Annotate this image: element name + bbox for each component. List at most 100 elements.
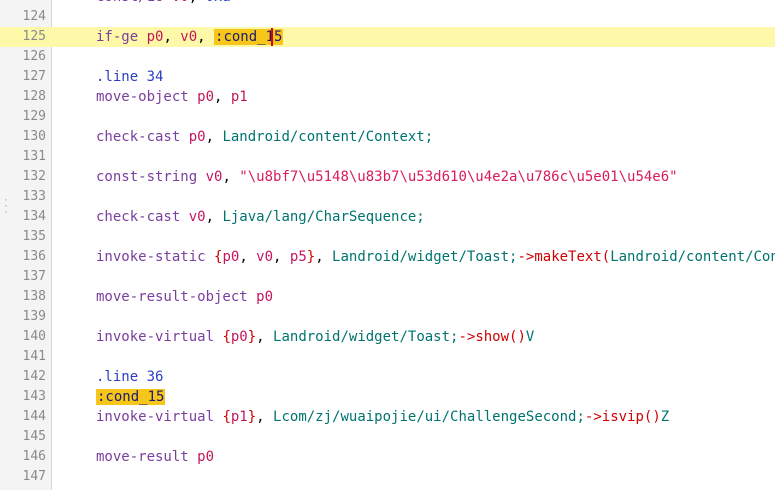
code-text[interactable]: if-ge p0, v0, :cond_15 — [96, 27, 284, 47]
code-text[interactable]: const/16 v0, 0xa — [96, 0, 231, 7]
code-text[interactable]: :cond_15 — [96, 387, 166, 407]
code-line[interactable]: 127 .line 34 — [0, 67, 775, 87]
code-text[interactable]: check-cast p0, Landroid/content/Context; — [96, 127, 433, 147]
type-descriptor: Landroid/content/Context; — [610, 249, 775, 265]
text-cursor — [271, 28, 274, 46]
register: v0 — [180, 29, 198, 45]
code-line[interactable]: 140 invoke-virtual {p0}, Landroid/widget/… — [0, 327, 775, 347]
punctuation: , — [189, 0, 206, 5]
code-text[interactable]: invoke-static {p0, v0, p5}, Landroid/wid… — [96, 247, 775, 267]
method-ref: ->isvip() — [584, 409, 661, 425]
branch-label[interactable]: :cond_15 — [214, 28, 284, 46]
code-line[interactable]: 123 const/16 v0, 0xa — [0, 0, 775, 7]
line-number: 133 — [22, 189, 46, 204]
line-number: 141 — [22, 349, 46, 364]
branch-label[interactable]: :cond_15 — [96, 389, 166, 405]
code-text[interactable]: .line 36 — [96, 367, 163, 387]
opcode: if-ge — [96, 29, 147, 45]
line-number: 123 — [0, 0, 46, 7]
code-text[interactable]: invoke-virtual {p1}, Lcom/zj/wuaipojie/u… — [96, 407, 669, 427]
punctuation: , — [222, 169, 240, 185]
opcode: move-result-object — [96, 289, 257, 305]
line-number: 135 — [22, 229, 46, 244]
code-line[interactable]: 142 .line 36 — [0, 367, 775, 387]
number-literal: 36 — [146, 369, 164, 385]
directive: .line — [96, 369, 147, 385]
code-line[interactable]: 143 :cond_15 — [0, 387, 775, 407]
code-line[interactable]: 126 — [0, 47, 775, 67]
brace: { — [222, 409, 231, 425]
type-descriptor: V — [525, 329, 535, 345]
code-line[interactable]: 133 — [0, 187, 775, 207]
code-line[interactable]: 128 move-object p0, p1 — [0, 87, 775, 107]
code-line[interactable]: 131 — [0, 147, 775, 167]
line-number: 127 — [22, 69, 46, 84]
line-number: 139 — [22, 309, 46, 324]
code-text[interactable]: move-object p0, p1 — [96, 87, 248, 107]
punctuation: , — [273, 249, 290, 265]
code-text[interactable]: check-cast v0, Ljava/lang/CharSequence; — [96, 207, 425, 227]
line-number: 129 — [22, 109, 46, 124]
type-descriptor: Landroid/content/Context; — [222, 129, 434, 145]
code-line-current[interactable]: 125 if-ge p0, v0, :cond_15 — [0, 27, 775, 47]
opcode: invoke-virtual — [96, 409, 223, 425]
brace: } — [247, 409, 257, 425]
line-number: 125 — [22, 29, 46, 44]
register: v0 — [188, 209, 206, 225]
punctuation: , — [163, 29, 181, 45]
punctuation: , — [256, 409, 274, 425]
code-line[interactable]: 141 — [0, 347, 775, 367]
punctuation: , — [197, 29, 215, 45]
method-ref: ->show() — [458, 329, 526, 345]
register: p0 — [146, 29, 164, 45]
code-text[interactable]: const-string v0, "\u8bf7\u5148\u83b7\u53… — [96, 167, 678, 187]
punctuation: , — [256, 329, 274, 345]
code-line[interactable]: 132 const-string v0, "\u8bf7\u5148\u83b7\… — [0, 167, 775, 187]
opcode: move-object — [96, 89, 198, 105]
opcode: const/16 — [96, 0, 172, 5]
code-line[interactable]: 139 — [0, 307, 775, 327]
code-line[interactable]: 146 move-result p0 — [0, 447, 775, 467]
line-number: 136 — [22, 249, 46, 264]
line-number: 143 — [22, 389, 46, 404]
opcode: invoke-virtual — [96, 329, 223, 345]
code-line[interactable]: 129 — [0, 107, 775, 127]
punctuation: , — [239, 249, 257, 265]
code-line[interactable]: 134 check-cast v0, Ljava/lang/CharSequenc… — [0, 207, 775, 227]
brace: } — [306, 249, 316, 265]
register: p0 — [256, 289, 274, 305]
code-line[interactable]: 144 invoke-virtual {p1}, Lcom/zj/wuaipoji… — [0, 407, 775, 427]
code-line[interactable]: 130 check-cast p0, Landroid/content/Conte… — [0, 127, 775, 147]
smali-code-editor[interactable]: ··· 123const/16 v0, 0xa124125if-ge p0, v… — [0, 0, 775, 490]
line-number: 128 — [22, 89, 46, 104]
line-number: 134 — [22, 209, 46, 224]
opcode: check-cast — [96, 209, 189, 225]
method-ref: ->makeText( — [517, 249, 611, 265]
code-line[interactable]: 147 — [0, 467, 775, 487]
punctuation: , — [214, 89, 231, 105]
register: p0 — [197, 89, 215, 105]
code-line[interactable]: 145 — [0, 427, 775, 447]
code-line[interactable]: 124 — [0, 7, 775, 27]
code-line[interactable]: 138 move-result-object p0 — [0, 287, 775, 307]
brace: { — [222, 329, 231, 345]
code-line[interactable]: 135 — [0, 227, 775, 247]
register: v0 — [205, 169, 223, 185]
line-number: 130 — [22, 129, 46, 144]
register: p0 — [222, 249, 240, 265]
code-text[interactable]: move-result p0 — [96, 447, 214, 467]
code-text[interactable]: move-result-object p0 — [96, 287, 273, 307]
register: p5 — [289, 249, 307, 265]
line-number: 137 — [22, 269, 46, 284]
register: v0 — [172, 0, 189, 5]
number-literal: 0xa — [206, 0, 231, 5]
line-number: 140 — [22, 329, 46, 344]
punctuation: , — [205, 209, 223, 225]
opcode: check-cast — [96, 129, 189, 145]
register: v0 — [256, 249, 274, 265]
code-text[interactable]: .line 34 — [96, 67, 163, 87]
type-descriptor: Z — [660, 409, 670, 425]
code-line[interactable]: 137 — [0, 267, 775, 287]
code-line[interactable]: 136 invoke-static {p0, v0, p5}, Landroid/… — [0, 247, 775, 267]
code-text[interactable]: invoke-virtual {p0}, Landroid/widget/Toa… — [96, 327, 534, 347]
